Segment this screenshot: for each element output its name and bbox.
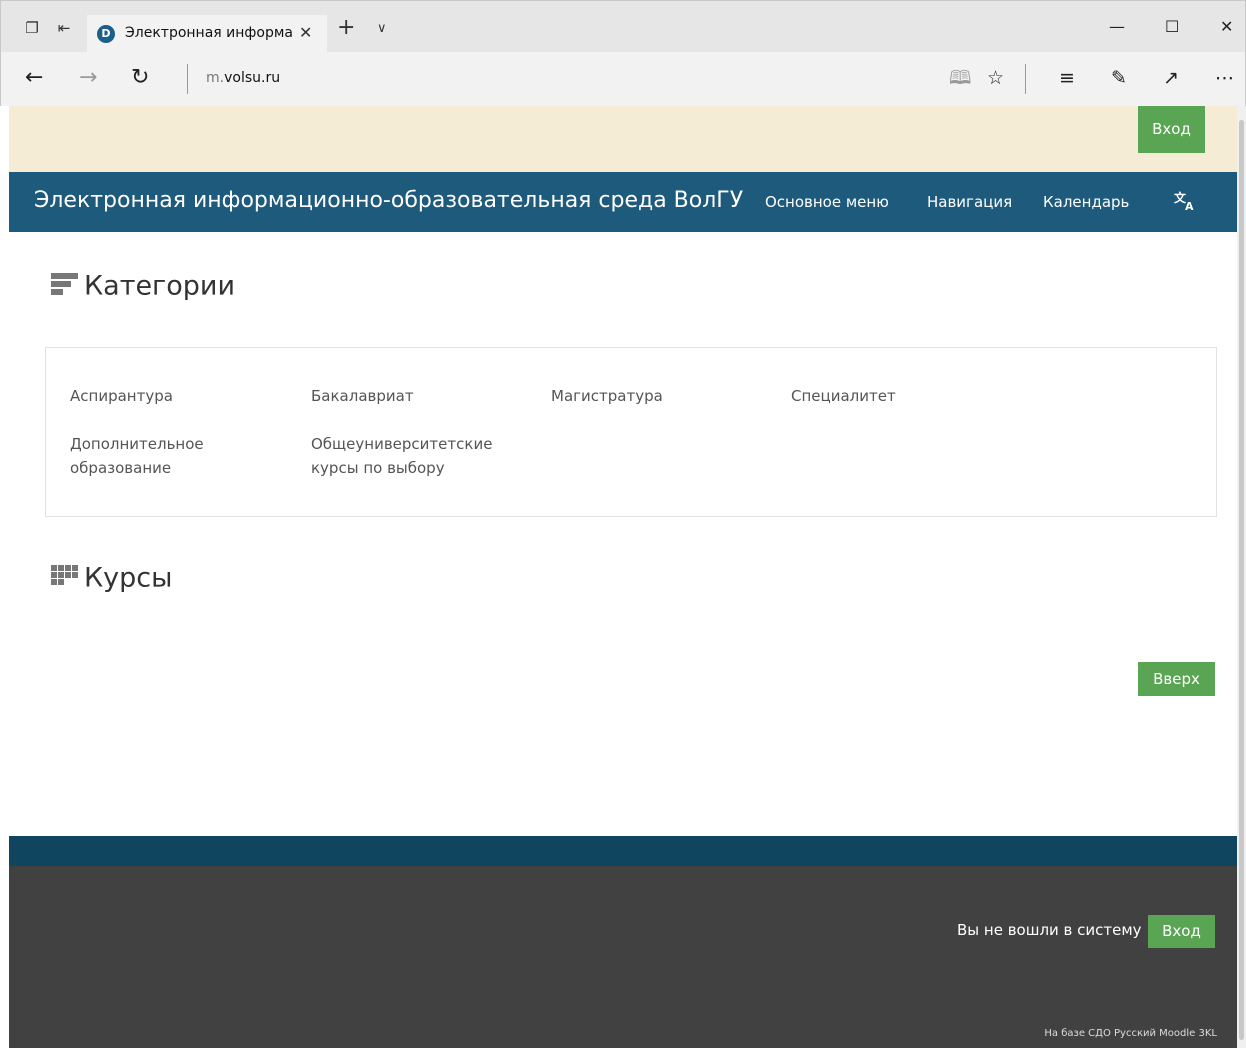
- footer-top-band: [9, 836, 1237, 866]
- address-bar: ← → ↻ m.volsu.ru 🕮 ☆ ≡ ✎ ↗ ⋯: [0, 52, 1246, 106]
- chevron-down-icon[interactable]: ∨: [377, 21, 387, 36]
- browser-tab[interactable]: D Электронная информа ✕: [87, 15, 327, 53]
- page-viewport: Вход Электронная информационно-образоват…: [9, 106, 1237, 1048]
- login-button-bottom[interactable]: Вход: [1148, 915, 1215, 948]
- category-link[interactable]: Аспирантура: [70, 384, 280, 408]
- hub-icon[interactable]: ≡: [1059, 67, 1075, 89]
- tab-preview-icon[interactable]: ❐: [23, 19, 41, 37]
- maximize-icon[interactable]: ☐: [1165, 17, 1179, 36]
- url-domain: volsu.ru: [224, 70, 281, 86]
- browser-tab-bar: ❐ ⇤ D Электронная информа ✕ + ∨ — ☐ ✕: [0, 0, 1246, 53]
- login-button-top[interactable]: Вход: [1138, 106, 1205, 153]
- url-field[interactable]: m.volsu.ru: [206, 70, 280, 86]
- categories-heading-text: Категории: [84, 270, 235, 302]
- tab-title: Электронная информа: [125, 25, 293, 41]
- scrollbar-thumb[interactable]: [1239, 120, 1244, 1040]
- categories-box: Аспирантура Бакалавриат Магистратура Спе…: [45, 347, 1217, 517]
- powered-by-text[interactable]: На базе СДО Русский Moodle 3KL: [1044, 1028, 1217, 1039]
- favorite-star-icon[interactable]: ☆: [987, 67, 1004, 89]
- refresh-icon[interactable]: ↻: [131, 66, 149, 90]
- reading-view-icon[interactable]: 🕮: [949, 67, 971, 89]
- address-divider: [187, 64, 188, 94]
- share-icon[interactable]: ↗: [1163, 67, 1179, 89]
- nav-calendar[interactable]: Календарь: [1043, 193, 1129, 211]
- category-link[interactable]: Общеуниверситетские курсы по выбору: [311, 432, 511, 480]
- new-tab-icon[interactable]: +: [337, 17, 355, 39]
- web-note-icon[interactable]: ✎: [1111, 67, 1127, 89]
- more-icon[interactable]: ⋯: [1215, 67, 1234, 89]
- page-scrollbar[interactable]: [1237, 106, 1246, 1048]
- category-link[interactable]: Специалитет: [791, 384, 1001, 408]
- site-favicon-icon: D: [97, 25, 115, 43]
- category-link[interactable]: Магистратура: [551, 384, 761, 408]
- close-window-icon[interactable]: ✕: [1220, 17, 1233, 36]
- set-aside-tabs-icon[interactable]: ⇤: [55, 19, 73, 37]
- list-icon: [51, 270, 78, 304]
- toolbar-divider: [1025, 64, 1026, 94]
- url-prefix: m.: [206, 70, 225, 86]
- svg-text:A: A: [1185, 200, 1194, 213]
- nav-main-menu[interactable]: Основное меню: [765, 193, 889, 211]
- translate-icon[interactable]: 文 A: [1172, 188, 1198, 214]
- close-tab-icon[interactable]: ✕: [299, 23, 312, 42]
- minimize-icon[interactable]: —: [1109, 17, 1125, 36]
- back-arrow-icon[interactable]: ←: [25, 66, 43, 90]
- scroll-to-top-button[interactable]: Вверх: [1138, 662, 1215, 696]
- grid-icon: [51, 562, 78, 596]
- categories-heading: Категории: [51, 270, 235, 304]
- top-login-band: Вход: [9, 106, 1237, 172]
- site-navbar: Электронная информационно-образовательна…: [9, 172, 1237, 232]
- category-link[interactable]: Дополнительное образование: [70, 432, 220, 480]
- courses-heading: Курсы: [51, 562, 172, 596]
- page-footer: Вы не вошли в систему Вход На базе СДО Р…: [9, 866, 1237, 1048]
- courses-heading-text: Курсы: [84, 562, 173, 594]
- not-logged-in-text: Вы не вошли в систему: [957, 921, 1142, 939]
- nav-navigation[interactable]: Навигация: [927, 193, 1012, 211]
- forward-arrow-icon[interactable]: →: [79, 66, 97, 90]
- category-link[interactable]: Бакалавриат: [311, 384, 521, 408]
- site-title[interactable]: Электронная информационно-образовательна…: [34, 188, 743, 213]
